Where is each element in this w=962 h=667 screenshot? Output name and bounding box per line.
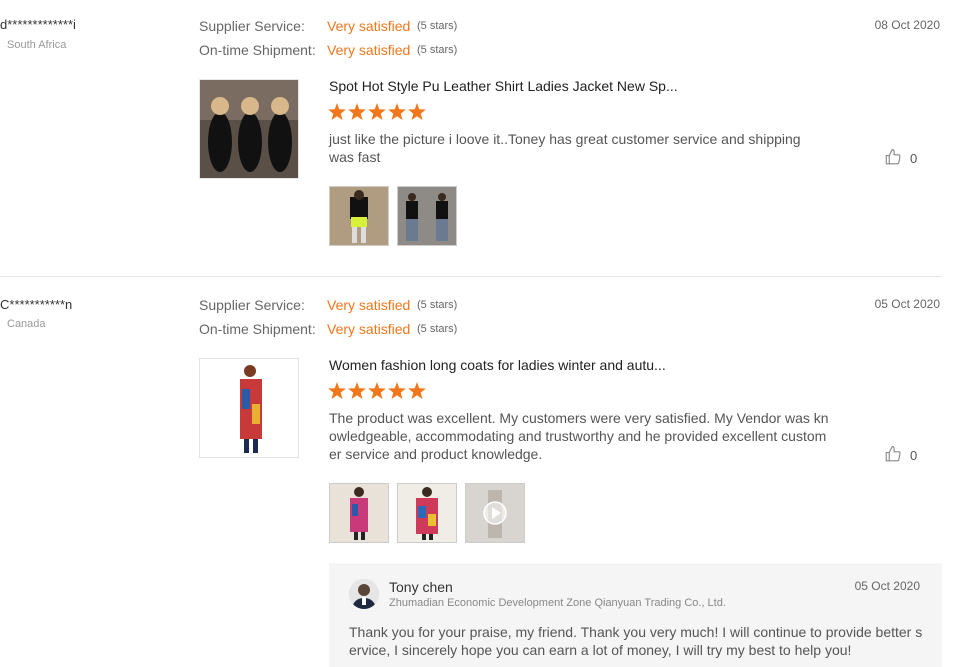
shipment-value: Very satisfied [327, 42, 411, 58]
avatar [349, 579, 379, 609]
star-icon [368, 103, 386, 120]
review-comment: The product was excellent. My customers … [329, 410, 829, 462]
star-icon [328, 103, 346, 120]
star-icon [408, 103, 426, 120]
helpful-count: 0 [910, 448, 918, 463]
reviewer-country: Canada [7, 318, 46, 330]
reviewer-country: South Africa [7, 39, 67, 51]
thumbs-up-icon [884, 148, 902, 169]
reply-date: 05 Oct 2020 [854, 579, 920, 593]
reply-author-name: Tony chen [389, 579, 453, 595]
shipment-value: Very satisfied [327, 321, 411, 337]
helpful-count: 0 [910, 151, 918, 166]
review-date: 08 Oct 2020 [874, 18, 940, 32]
supplier-service-value: Very satisfied [327, 297, 411, 313]
reply-company: Zhumadian Economic Development Zone Qian… [389, 597, 726, 609]
review-photo[interactable] [329, 483, 389, 543]
product-thumbnail[interactable] [199, 79, 299, 179]
thumbs-up-icon [884, 445, 902, 466]
review-video[interactable] [465, 483, 525, 543]
product-thumbnail[interactable] [199, 358, 299, 458]
shipment-label: On-time Shipment: [199, 321, 316, 337]
reviewer-name: d*************i [0, 17, 76, 32]
product-rating-stars [328, 382, 426, 399]
helpful-button[interactable]: 0 [884, 445, 917, 466]
review-photo[interactable] [329, 186, 389, 246]
star-icon [368, 382, 386, 399]
reviewer-name: C***********n [0, 297, 73, 312]
review-comment: just like the picture i loove it..Toney … [329, 131, 801, 165]
shipment-stars: (5 stars) [417, 323, 458, 335]
helpful-button[interactable]: 0 [884, 148, 917, 169]
product-rating-stars [328, 103, 426, 120]
shipment-stars: (5 stars) [417, 44, 458, 56]
supplier-reply: Tony chen Zhumadian Economic Development… [329, 563, 942, 667]
supplier-service-stars: (5 stars) [417, 20, 458, 32]
reply-text: Thank you for your praise, my friend. Th… [349, 624, 923, 658]
star-icon [328, 382, 346, 399]
product-title-link[interactable]: Spot Hot Style Pu Leather Shirt Ladies J… [329, 78, 678, 94]
star-icon [348, 382, 366, 399]
star-icon [388, 103, 406, 120]
review-divider [0, 276, 942, 277]
supplier-service-value: Very satisfied [327, 18, 411, 34]
supplier-service-stars: (5 stars) [417, 299, 458, 311]
supplier-service-label: Supplier Service: [199, 297, 305, 313]
supplier-service-label: Supplier Service: [199, 18, 305, 34]
shipment-label: On-time Shipment: [199, 42, 316, 58]
review-date: 05 Oct 2020 [874, 297, 940, 311]
product-title-link[interactable]: Women fashion long coats for ladies wint… [329, 357, 666, 373]
star-icon [388, 382, 406, 399]
star-icon [348, 103, 366, 120]
review-photo[interactable] [397, 186, 457, 246]
star-icon [408, 382, 426, 399]
review-photo[interactable] [397, 483, 457, 543]
